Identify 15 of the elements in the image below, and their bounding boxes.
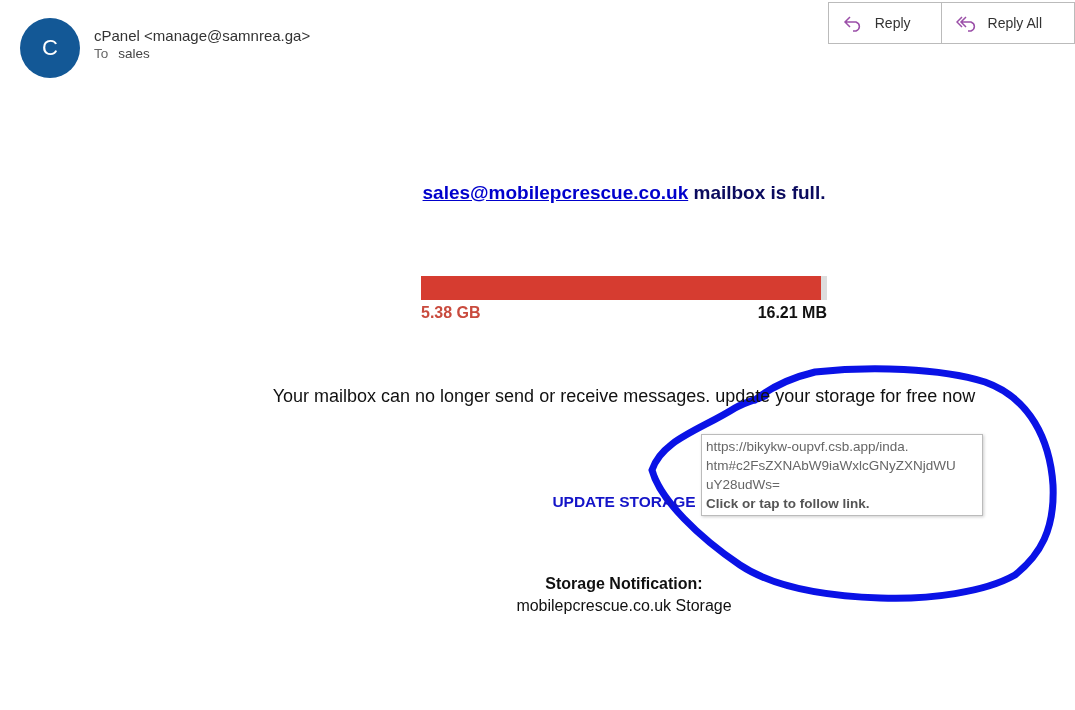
reply-all-icon [955,14,978,32]
tooltip-url: htm#c2FsZXNAbW9iaWxlcGNyZXNjdWU [706,457,956,475]
email-link[interactable]: sales@mobilepcrescue.co.uk [422,182,689,203]
sender-avatar: C [20,18,80,78]
headline: sales@mobilepcrescue.co.uk mailbox is full. [422,182,826,204]
footer-title: Storage Notification: [545,575,703,593]
free-amount: 16.21 MB [757,304,827,322]
to-label: To [94,46,109,61]
recipient: sales [118,46,150,61]
tooltip-hint: Click or tap to follow link. [706,495,870,513]
footer-text: mobilepcrescue.co.uk Storage [516,597,732,615]
sender-name: cPanel <manage@samnrea.ga> [94,27,311,44]
tooltip-url: uY28udWs= [706,476,780,494]
used-amount: 5.38 GB [421,304,481,322]
tooltip-url: https://bikykw-oupvf.csb.app/inda. [706,438,909,456]
